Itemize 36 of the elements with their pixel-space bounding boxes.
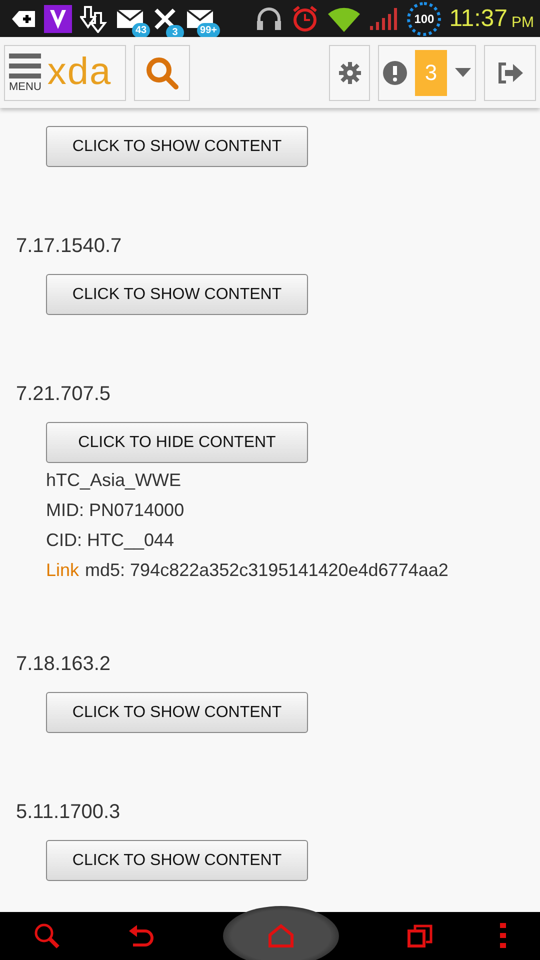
logout-icon [497, 62, 523, 84]
app-icon [44, 4, 72, 32]
caret-icon [455, 68, 471, 77]
signal-icon [369, 6, 400, 32]
search-button[interactable] [134, 44, 190, 100]
search-icon[interactable] [34, 923, 60, 949]
notification-badge: 99+ [197, 22, 220, 38]
overflow-menu-icon[interactable] [500, 923, 506, 949]
logout-button[interactable] [484, 44, 536, 100]
search-icon [145, 56, 179, 90]
content-line: MID: PN0714000 [46, 499, 186, 522]
version-label: 7.21.707.5 [16, 382, 111, 407]
toggle-content-button[interactable]: CLICK TO SHOW CONTENT [46, 840, 308, 881]
settings-icon [338, 60, 362, 84]
notification-badge: 43 [132, 22, 150, 38]
content-line: CID: HTC__044 [46, 529, 176, 552]
content-line: Link md5: 794c822a352c3195141420e4d6774aa2 [46, 559, 448, 582]
version-label: 7.17.1540.7 [16, 234, 122, 259]
toggle-content-button[interactable]: CLICK TO SHOW CONTENT [46, 274, 308, 315]
toggle-content-button[interactable]: CLICK TO SHOW CONTENT [46, 692, 308, 733]
toggle-content-button[interactable]: CLICK TO SHOW CONTENT [46, 126, 308, 167]
version-label: 5.11.1700.3 [16, 800, 120, 825]
back-icon[interactable] [127, 924, 156, 948]
wifi-icon [327, 6, 362, 32]
alarm-clock-icon [291, 4, 320, 32]
settings-button[interactable] [329, 44, 370, 100]
recent-apps-icon[interactable] [406, 924, 433, 948]
clock-ampm: PM [512, 14, 534, 31]
headphones-icon [255, 6, 284, 32]
toggle-content-button[interactable]: CLICK TO HIDE CONTENT [46, 422, 308, 463]
clock-time: 11:37 [449, 4, 508, 32]
menu-icon [9, 52, 42, 78]
download-icon [80, 4, 108, 32]
version-label: 7.18.163.2 [16, 652, 111, 677]
content-line: hTC_Asia_WWE [46, 469, 182, 492]
alert-icon [383, 60, 407, 84]
